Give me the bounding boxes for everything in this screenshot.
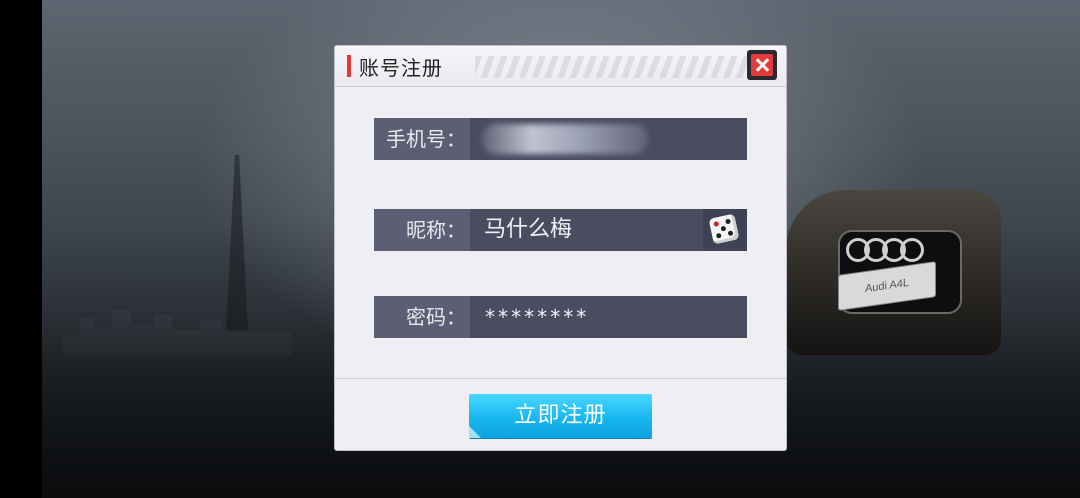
phone-field[interactable]: 手机号：	[374, 118, 747, 160]
button-corner-decoration	[469, 426, 481, 438]
password-label: 密码：	[374, 296, 470, 338]
register-button[interactable]: 立即注册	[469, 394, 652, 438]
close-icon	[751, 54, 773, 76]
tv-tower	[226, 155, 248, 330]
password-field[interactable]: 密码： ********	[374, 296, 747, 338]
header-decoration	[475, 56, 755, 78]
dialog-title: 账号注册	[359, 56, 443, 80]
screen-edge	[0, 0, 42, 498]
register-dialog: 账号注册 手机号： 昵称： 马什么梅 密码： ******** 立即注册	[335, 46, 786, 450]
dice-icon	[708, 213, 740, 245]
phone-value-obscured	[482, 124, 648, 154]
dialog-header: 账号注册	[335, 46, 786, 87]
register-button-label: 立即注册	[514, 403, 607, 428]
divider	[335, 378, 786, 379]
nickname-field[interactable]: 昵称： 马什么梅	[374, 209, 747, 251]
car-logo-icon	[846, 238, 936, 262]
password-value[interactable]: ********	[484, 296, 588, 338]
nickname-label: 昵称：	[374, 209, 470, 251]
nickname-value[interactable]: 马什么梅	[484, 209, 572, 251]
title-accent-bar	[347, 55, 351, 77]
close-button[interactable]	[747, 50, 777, 80]
phone-label: 手机号：	[374, 118, 470, 160]
random-nickname-button[interactable]	[703, 209, 747, 251]
